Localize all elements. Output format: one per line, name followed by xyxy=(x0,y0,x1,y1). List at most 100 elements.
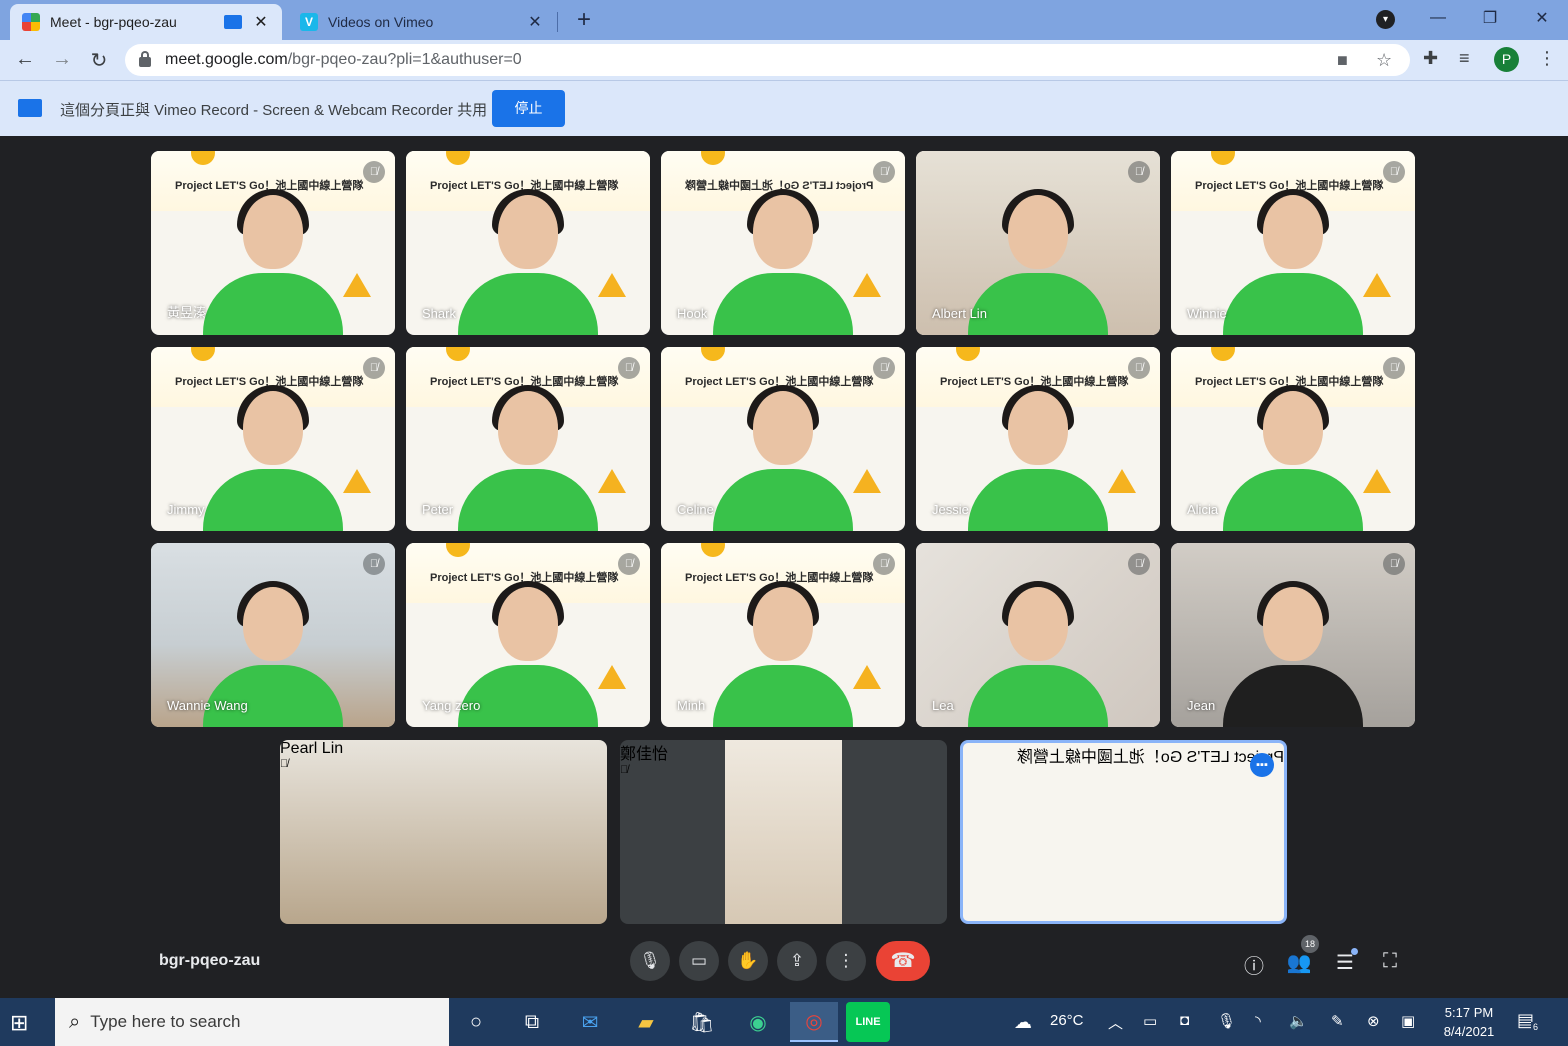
bookmark-star-icon[interactable]: ☆ xyxy=(1376,50,1392,71)
cortana-icon[interactable]: ○ xyxy=(452,1002,500,1042)
participant-tile[interactable]: Project LET'S Go！池上國中線上營隊 Jessie 🎙̸ xyxy=(916,347,1160,531)
extensions-icon[interactable]: ✚ xyxy=(1423,48,1438,69)
close-tab-icon[interactable]: ✕ xyxy=(526,12,544,32)
participant-tile[interactable]: Albert Lin 🎙̸ xyxy=(916,151,1160,335)
mic-muted-icon: 🎙̸ xyxy=(1128,161,1150,183)
mic-muted-icon: 🎙̸ xyxy=(363,553,385,575)
battery-icon[interactable]: ▭ xyxy=(1143,1012,1157,1030)
wifi-icon[interactable]: ◝ xyxy=(1255,1012,1261,1030)
windows-start-icon[interactable]: ⊞ xyxy=(10,1010,28,1036)
participant-count-badge: 18 xyxy=(1301,935,1319,953)
task-view-icon[interactable]: ⧉ xyxy=(508,1002,556,1042)
participant-name: Yang zero xyxy=(422,698,481,713)
address-bar[interactable]: meet.google.com/bgr-pqeo-zau?pli=1&authu… xyxy=(125,44,1410,76)
chrome-icon[interactable]: ◎ xyxy=(790,1002,838,1042)
raise-hand-button[interactable]: ✋ xyxy=(728,941,768,981)
triangle-graphic xyxy=(598,665,626,689)
edge-icon[interactable]: ◉ xyxy=(734,1002,782,1042)
triangle-graphic xyxy=(598,469,626,493)
screen-share-icon xyxy=(18,99,42,117)
people-icon[interactable]: 👥 xyxy=(1286,950,1312,975)
participant-video xyxy=(968,189,1108,335)
participant-tile[interactable]: 鄭佳怡 🎙̸ xyxy=(620,740,947,924)
shirt-shape xyxy=(203,273,343,335)
participant-video xyxy=(713,581,853,727)
participant-tile[interactable]: Project LET'S Go！池上國中線上營隊 Alicia 🎙̸ xyxy=(1171,347,1415,531)
back-icon[interactable]: ← xyxy=(13,48,37,71)
minimize-button[interactable]: — xyxy=(1412,9,1464,27)
close-window-button[interactable]: ✕ xyxy=(1516,8,1568,28)
hang-up-icon: ☎ xyxy=(890,950,916,972)
mic-muted-icon: 🎙̸ xyxy=(873,161,895,183)
microphone-tray-icon[interactable]: 🎙 xyxy=(1217,1012,1236,1030)
mail-icon[interactable]: ✉ xyxy=(566,1002,614,1042)
participant-tile[interactable]: Wannie Wang 🎙̸ xyxy=(151,543,395,727)
forward-icon[interactable]: → xyxy=(50,48,74,71)
mic-muted-icon: 🎙̸ xyxy=(363,161,385,183)
face-shape xyxy=(753,195,813,269)
input-method-icon[interactable]: ▣ xyxy=(1401,1012,1415,1030)
stop-sharing-button[interactable]: 停止 xyxy=(492,90,565,127)
triangle-graphic xyxy=(853,273,881,297)
volume-icon[interactable]: 🔈 xyxy=(1289,1012,1308,1030)
tab-separator xyxy=(557,12,558,32)
participant-tile[interactable]: Project LET'S Go！池上國中線上營隊 Peter 🎙̸ xyxy=(406,347,650,531)
windows-taskbar: ⊞ ⌕ Type here to search ○ ⧉ ✉ ▰ 🛍 ◉ ◎ LI… xyxy=(0,998,1568,1046)
clock-date: 8/4/2021 xyxy=(1443,1024,1495,1039)
weather-icon[interactable]: ☁ xyxy=(1014,1012,1032,1033)
menu-icon[interactable]: ⋮ xyxy=(1538,48,1556,69)
participant-tile[interactable]: Project LET'S Go！池上國中線上營隊 Yang zero 🎙̸ xyxy=(406,543,650,727)
profile-avatar[interactable]: P xyxy=(1494,47,1519,72)
media-control-icon[interactable]: ≡ xyxy=(1459,48,1470,69)
shirt-shape xyxy=(203,665,343,727)
camera-button[interactable]: ▭ xyxy=(679,941,719,981)
taskbar-clock[interactable]: 5:17 PM 8/4/2021 xyxy=(1436,1003,1502,1041)
tab-vimeo-title: Videos on Vimeo xyxy=(328,14,434,30)
shirt-shape xyxy=(1223,273,1363,335)
participant-tile[interactable]: Lea 🎙̸ xyxy=(916,543,1160,727)
microphone-button[interactable]: 🎙 xyxy=(630,941,670,981)
camera-in-use-icon[interactable]: ■ xyxy=(1337,50,1348,71)
participant-tile[interactable]: Jean 🎙̸ xyxy=(1171,543,1415,727)
participant-tile[interactable]: Project LET'S Go！池上國中線上營隊 Hook 🎙̸ xyxy=(661,151,905,335)
mic-muted-icon: 🎙̸ xyxy=(1128,357,1150,379)
participant-tile[interactable]: Project LET'S Go！池上國中線上營隊 Winnie 🎙̸ xyxy=(1171,151,1415,335)
new-tab-button[interactable]: + xyxy=(570,6,598,34)
chat-unread-dot xyxy=(1351,948,1358,955)
pen-icon[interactable]: ✎ xyxy=(1331,1012,1344,1030)
microphone-icon: 🎙 xyxy=(639,951,661,970)
leave-call-button[interactable]: ☎ xyxy=(876,941,930,981)
show-hidden-icons-icon[interactable]: ︿ xyxy=(1108,1012,1123,1033)
participant-tile[interactable]: Project LET'S Go！池上國中線上營隊 黃昱溱 🎙̸ xyxy=(151,151,395,335)
url-text: meet.google.com/bgr-pqeo-zau?pli=1&authu… xyxy=(165,51,522,69)
participant-tile[interactable]: Project LET'S Go！池上國中線上營隊 Celine 🎙̸ xyxy=(661,347,905,531)
restore-button[interactable]: ❐ xyxy=(1464,8,1516,28)
close-tab-icon[interactable]: ✕ xyxy=(252,12,270,32)
meeting-info-icon[interactable]: ⓘ xyxy=(1241,950,1267,979)
error-icon[interactable]: ⊗ xyxy=(1367,1012,1380,1030)
tab-meet[interactable]: Meet - bgr-pqeo-zau ✕ xyxy=(10,4,282,40)
participant-name: Shark xyxy=(422,306,456,321)
face-shape xyxy=(1263,587,1323,661)
speaking-indicator-icon: ▪▪▪ xyxy=(1250,753,1274,777)
participant-tile[interactable]: Project LET'S Go！池上國中線上營隊 ▪▪▪ xyxy=(960,740,1287,924)
tab-vimeo[interactable]: V Videos on Vimeo ✕ xyxy=(288,4,556,40)
browser-toolbar: ← → ↻ meet.google.com/bgr-pqeo-zau?pli=1… xyxy=(0,40,1568,80)
present-button[interactable]: ⇪ xyxy=(777,941,817,981)
device-icon[interactable]: ◘ xyxy=(1180,1012,1189,1029)
temperature[interactable]: 26°C xyxy=(1050,1012,1084,1029)
file-explorer-icon[interactable]: ▰ xyxy=(622,1002,670,1042)
participant-tile[interactable]: Project LET'S Go！池上國中線上營隊 Shark xyxy=(406,151,650,335)
reload-icon[interactable]: ↻ xyxy=(87,48,111,73)
taskbar-search-box[interactable]: ⌕ Type here to search xyxy=(55,998,449,1046)
participant-tile[interactable]: Project LET'S Go！池上國中線上營隊 Jimmy 🎙̸ xyxy=(151,347,395,531)
more-options-button[interactable]: ⋮ xyxy=(826,941,866,981)
participant-name: Wannie Wang xyxy=(167,698,248,713)
store-icon[interactable]: 🛍 xyxy=(678,1002,726,1042)
participant-tile[interactable]: Project LET'S Go！池上國中線上營隊 Minh 🎙̸ xyxy=(661,543,905,727)
participant-tile[interactable]: Pearl Lin 🎙̸ xyxy=(280,740,607,924)
line-app-icon[interactable]: LINE xyxy=(846,1002,890,1042)
activities-icon[interactable]: ⛶ xyxy=(1377,950,1403,973)
tab-search-icon[interactable]: ▾ xyxy=(1376,10,1395,29)
face-shape xyxy=(498,195,558,269)
